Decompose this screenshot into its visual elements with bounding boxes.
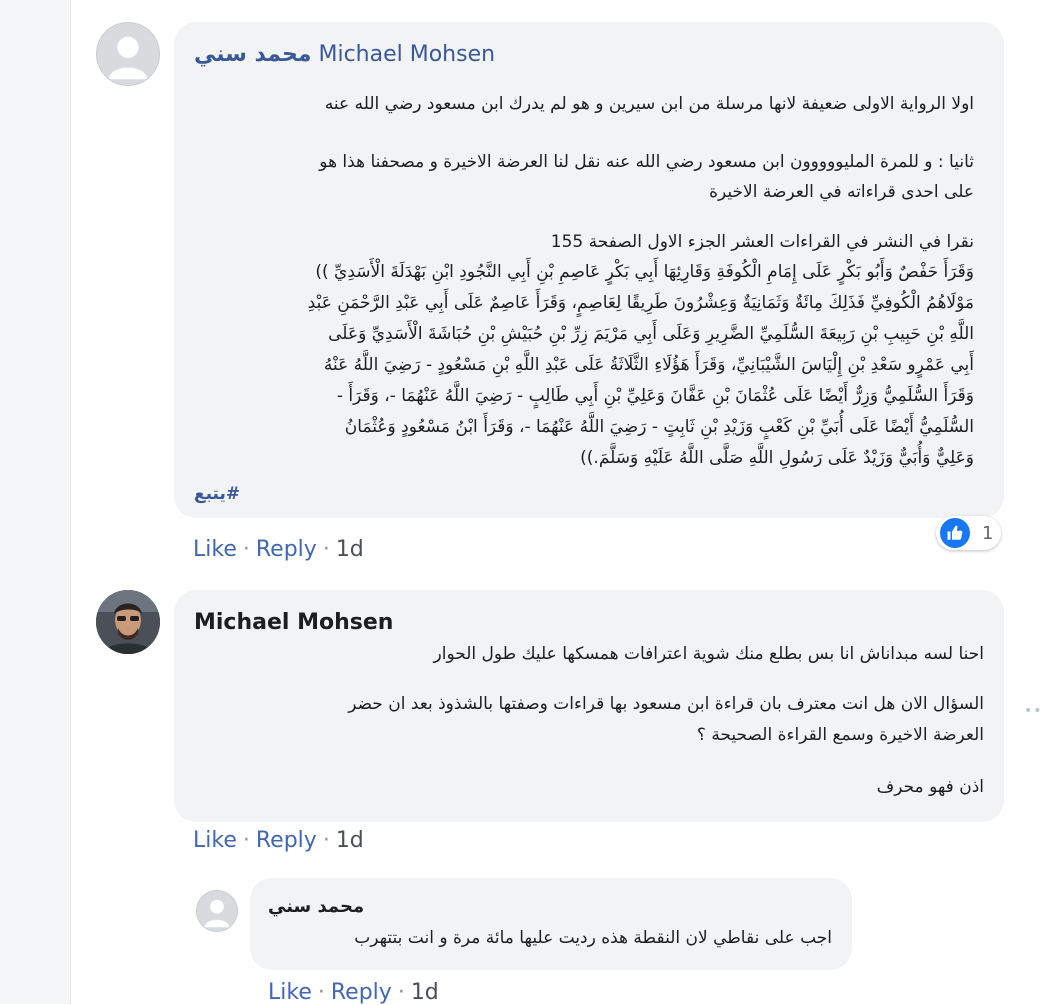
- comment-text-line: أَبِي عَمْرٍو سَعْدِ بْنِ إِلْيَاسَ الشَ…: [323, 355, 974, 375]
- like-link[interactable]: Like: [268, 980, 312, 1005]
- profile-photo-icon: [96, 590, 160, 654]
- comment-actions: Like · Reply · 1d: [193, 537, 364, 562]
- comment-text-line: ثانيا : و للمرة المليووووون ابن مسعود رض…: [319, 152, 974, 172]
- commenter-avatar[interactable]: [96, 590, 160, 654]
- hashtag-link[interactable]: #يتبع: [194, 484, 240, 504]
- author-name-english[interactable]: Michael Mohsen: [318, 42, 495, 67]
- commenter-avatar[interactable]: [96, 22, 160, 86]
- reply-link[interactable]: Reply: [256, 537, 317, 562]
- like-link[interactable]: Like: [193, 828, 237, 853]
- reply-link[interactable]: Reply: [256, 828, 317, 853]
- comment-text-line: السُّلَمِيُّ أَيْضًا عَلَى أُبَيِّ بْنِ …: [344, 417, 974, 437]
- comment-text-line: على احدى قراءاته في العرضة الاخيرة: [709, 182, 974, 202]
- comment-text-line: مَوْلَاهُمُ الْكُوفِيِّ فَذَلِكَ مِائَةٌ…: [307, 293, 974, 313]
- author-name-arabic[interactable]: محمد سني: [194, 42, 311, 67]
- comment-author[interactable]: محمد سني Michael Mohsen: [194, 42, 495, 67]
- like-reaction-icon: [940, 518, 970, 548]
- comment-timestamp[interactable]: 1d: [336, 828, 364, 853]
- default-profile-icon: [97, 23, 159, 85]
- comment-text-line: العرضة الاخيرة وسمع القراءة الصحيحة ؟: [696, 725, 984, 745]
- comment-bubble: محمد سني Michael Mohsen اولا الرواية الا…: [174, 22, 1004, 518]
- comment-text-line: اجب على نقاطي لان النقطة هذه رديت عليها …: [354, 928, 832, 948]
- comment-bubble: محمد سني اجب على نقاطي لان النقطة هذه رد…: [250, 878, 852, 970]
- comment-text-line: احنا لسه مبداناش انا بس بطلع منك شوية اع…: [433, 644, 984, 664]
- reaction-count: 1: [982, 522, 994, 544]
- comment-text-line: نقرا في النشر في القراءات العشر الجزء ال…: [550, 232, 974, 252]
- comment-text-line: اللَّهِ بْنِ حَبِيبِ بْنِ رَبِيعَةَ السُ…: [328, 324, 974, 344]
- comment-actions: Like · Reply · 1d: [268, 980, 439, 1005]
- comment-text-line: وَقَرَأَ حَفْصٌ وَأَبُو بَكْرٍ عَلَى إِم…: [315, 262, 974, 282]
- left-sidebar-strip: [0, 0, 71, 1004]
- default-profile-icon: [197, 891, 237, 931]
- comment-text-line: السؤال الان هل انت معترف بان قراءة ابن م…: [348, 694, 984, 714]
- commenter-avatar[interactable]: [196, 890, 238, 932]
- comment-actions: Like · Reply · 1d: [193, 828, 364, 853]
- comment-bubble: Michael Mohsen احنا لسه مبداناش انا بس ب…: [174, 590, 1004, 822]
- like-link[interactable]: Like: [193, 537, 237, 562]
- more-options-icon[interactable]: •••: [1024, 703, 1042, 719]
- reactions-summary[interactable]: 1: [936, 516, 1002, 550]
- comment-text-line: اولا الرواية الاولى ضعيفة لانها مرسلة من…: [324, 94, 974, 114]
- comment-text-line: وَقَرَأَ السُّلَمِيُّ وَزِرٌّ أَيْضًا عَ…: [336, 386, 974, 406]
- comment-author-name[interactable]: محمد سني: [268, 896, 364, 917]
- comment-timestamp[interactable]: 1d: [411, 980, 439, 1005]
- comment-text-line: اذن فهو محرف: [876, 777, 984, 797]
- comment-timestamp[interactable]: 1d: [336, 537, 364, 562]
- reply-link[interactable]: Reply: [331, 980, 392, 1005]
- comment-text-line: وَعَلِيٌّ وَأُبَيٌّ وَزَيْدٌ عَلَى رَسُو…: [580, 448, 974, 468]
- comment-author-name[interactable]: Michael Mohsen: [194, 610, 393, 635]
